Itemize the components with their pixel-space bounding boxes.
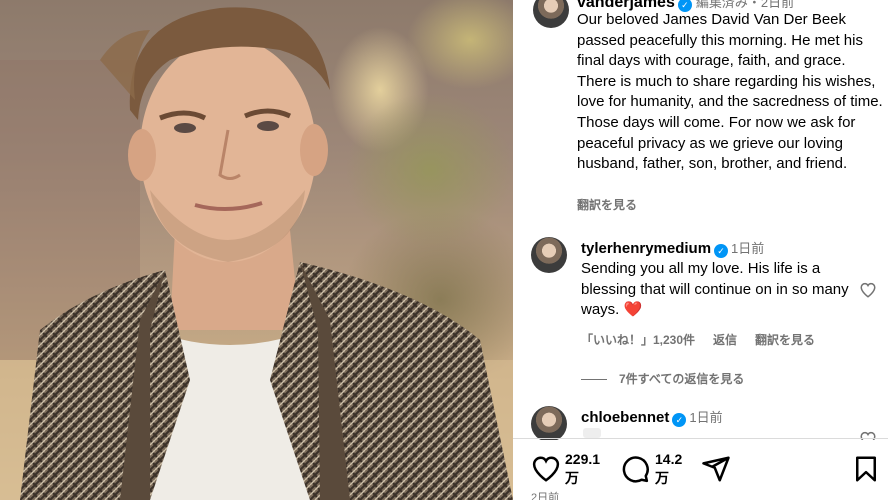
post-actions-bar: 229.1 万 14.2 万 2日前 <box>513 440 888 500</box>
comment-emoji-preview <box>583 428 601 438</box>
comment-header: tylerhenrymedium ✓ 1日前 <box>581 238 764 258</box>
bookmark-icon[interactable] <box>851 454 881 484</box>
view-all-replies-link[interactable]: 7件すべての返信を見る <box>581 370 744 387</box>
replies-divider-line <box>581 379 607 381</box>
post-caption: Our beloved James David Van Der Beek pas… <box>577 11 883 173</box>
comment-reply-button[interactable]: 返信 <box>713 333 737 347</box>
comment-see-translation-link[interactable]: 翻訳を見る <box>755 333 815 347</box>
comment-like-count[interactable]: 「いいね！」1,230件 <box>581 333 695 347</box>
post-detail-panel: vanderjames ✓ 編集済み・2日前 Our beloved James D… <box>513 0 888 500</box>
comment-username[interactable]: tylerhenrymedium <box>581 240 711 257</box>
comment-count[interactable]: 14.2 万 <box>655 450 695 488</box>
comment-body: Sending you all my love. His life is a b… <box>581 260 849 319</box>
comment-actions: 「いいね！」1,230件 返信 翻訳を見る <box>581 331 833 348</box>
comment-count-number: 14.2 <box>655 451 683 467</box>
caption-see-translation-link[interactable]: 翻訳を見る <box>577 196 637 213</box>
comment-username[interactable]: chloebennet <box>581 409 669 426</box>
comment-avatar[interactable] <box>531 406 567 442</box>
post-author-avatar[interactable] <box>533 0 569 28</box>
like-count[interactable]: 229.1 万 <box>565 450 605 488</box>
comment-bubble-icon[interactable] <box>620 454 650 484</box>
comment-header: chloebennet ✓ 1日前 <box>581 407 723 427</box>
heart-icon[interactable] <box>531 454 561 484</box>
comment-time: 1日前 <box>689 410 723 425</box>
comment-like-heart-icon[interactable] <box>859 281 877 299</box>
post-photo[interactable] <box>0 0 513 500</box>
verified-badge-icon: ✓ <box>714 244 729 258</box>
red-heart-emoji: ❤️ <box>623 301 643 319</box>
like-count-unit: 万 <box>565 470 579 486</box>
like-count-number: 229.1 <box>565 451 601 467</box>
portrait-illustration <box>0 7 513 500</box>
comment-time: 1日前 <box>731 241 765 256</box>
actions-divider <box>513 438 888 439</box>
post-date: 2日前 <box>531 492 560 500</box>
verified-badge-icon: ✓ <box>672 413 687 427</box>
paper-plane-icon[interactable] <box>701 454 731 484</box>
post-meta: 編集済み・2日前 <box>695 0 795 10</box>
comment-count-unit: 万 <box>655 470 669 486</box>
comment-avatar[interactable] <box>531 237 567 273</box>
view-replies-label: 7件すべての返信を見る <box>619 372 745 386</box>
comment-text: Sending you all my love. His life is a b… <box>581 259 851 321</box>
